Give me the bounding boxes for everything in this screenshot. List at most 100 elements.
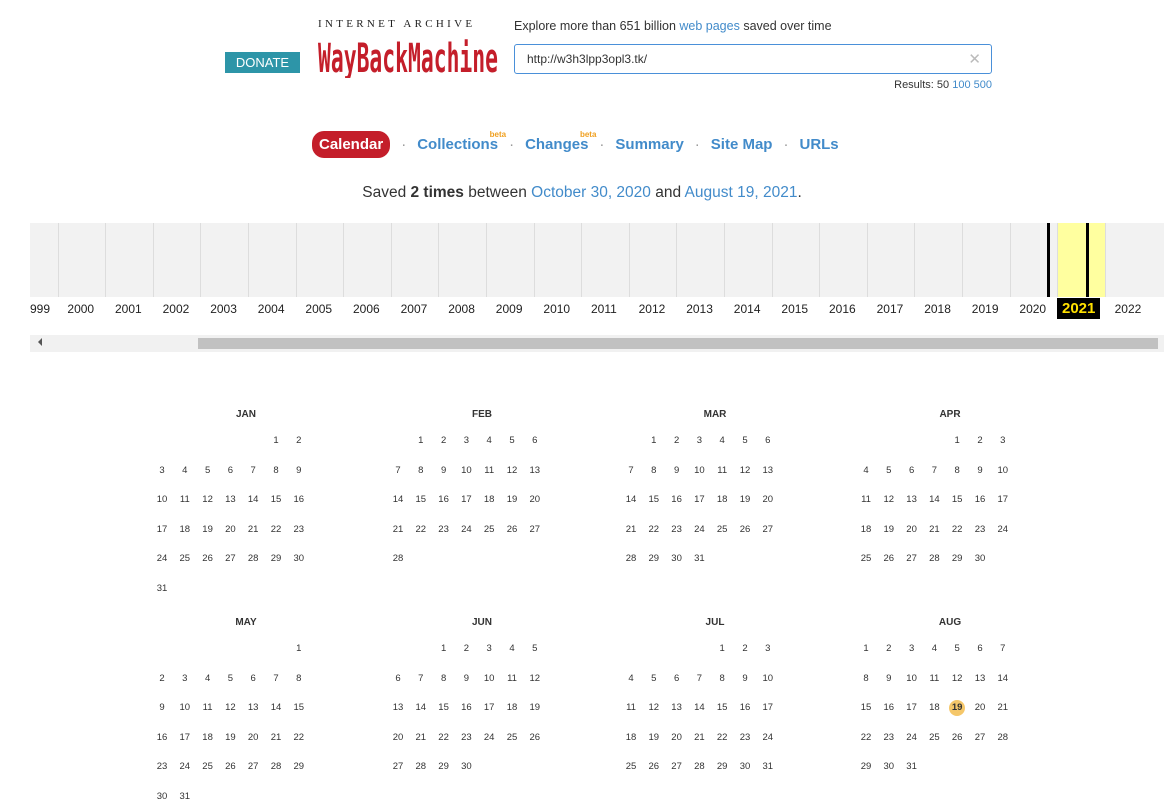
calendar-day: 25	[716, 523, 728, 535]
first-capture-link[interactable]: October 30, 2020	[531, 184, 651, 201]
calendar-day: 12	[529, 672, 541, 684]
calendar-day: 26	[202, 553, 213, 564]
year-label[interactable]: 2000	[67, 302, 94, 316]
calendar-day: 24	[906, 731, 917, 743]
calendar-day: 21	[625, 523, 637, 535]
year-label[interactable]: 2021	[1057, 298, 1101, 319]
year-column[interactable]	[295, 223, 344, 297]
year-column[interactable]	[771, 223, 820, 297]
url-search-box[interactable]: ✕	[514, 44, 992, 74]
year-column[interactable]	[486, 223, 534, 297]
year-column[interactable]	[962, 223, 1010, 297]
year-column[interactable]	[724, 223, 772, 297]
year-column[interactable]	[866, 223, 915, 297]
tab-site-map[interactable]: Site Map	[711, 136, 773, 153]
year-column[interactable]	[628, 223, 677, 297]
year-column[interactable]	[390, 223, 439, 297]
year-column[interactable]	[343, 223, 391, 297]
year-column[interactable]	[533, 223, 582, 297]
year-label[interactable]: 2002	[163, 302, 190, 316]
calendar-day: 29	[951, 553, 963, 564]
year-label[interactable]: 2004	[258, 302, 285, 316]
year-label[interactable]: 2009	[496, 302, 523, 316]
year-column[interactable]	[914, 223, 962, 297]
year-label[interactable]: 2018	[924, 302, 951, 316]
calendar-day: 18	[506, 702, 518, 713]
nav-separator: ·	[599, 136, 605, 153]
nav-separator: ·	[783, 136, 789, 153]
calendar-day: 30	[461, 761, 472, 772]
capture-sparkline[interactable]	[30, 223, 1164, 297]
year-column[interactable]	[1104, 223, 1153, 297]
year-column[interactable]	[105, 223, 153, 297]
tab-summary[interactable]: Summary	[615, 136, 683, 153]
results-100-link[interactable]: 100	[952, 79, 970, 91]
scroll-thumb[interactable]	[198, 338, 1158, 349]
results-500-link[interactable]: 500	[974, 79, 992, 91]
year-column[interactable]	[57, 223, 106, 297]
capture-day[interactable]: 19	[949, 700, 966, 716]
saved-and: and	[650, 184, 685, 201]
year-label[interactable]: 999	[30, 302, 50, 316]
year-label[interactable]: 2013	[686, 302, 713, 316]
calendar-day: 25	[483, 523, 495, 535]
tab-urls[interactable]: URLs	[799, 136, 838, 153]
year-label[interactable]: 2007	[401, 302, 428, 316]
calendar-day: 18	[483, 494, 495, 505]
calendar-day: 14	[625, 494, 637, 505]
donate-button[interactable]: DONATE	[225, 52, 300, 73]
calendar-day: 10	[156, 494, 168, 505]
tab-label: Site Map	[710, 136, 773, 153]
calendar-day: 3	[1000, 435, 1006, 446]
calendar-day: 27	[762, 523, 774, 535]
year-column[interactable]	[1057, 223, 1106, 297]
year-label[interactable]: 2011	[591, 302, 617, 316]
year-column[interactable]	[248, 223, 296, 297]
calendar-day: 22	[438, 731, 449, 743]
tab-calendar[interactable]: Calendar	[312, 131, 391, 158]
calendar-day: 23	[739, 731, 751, 743]
year-label[interactable]: 2010	[543, 302, 570, 316]
calendar-day: 26	[648, 761, 660, 772]
calendar-day: 7	[696, 672, 703, 684]
year-column[interactable]	[438, 223, 486, 297]
calendar-day: 17	[997, 494, 1009, 505]
year-label[interactable]: 2017	[877, 302, 904, 316]
year-label[interactable]: 2001	[115, 302, 142, 316]
tab-collections[interactable]: Collections beta	[417, 130, 506, 153]
web-pages-link[interactable]: web pages	[679, 19, 739, 33]
year-label[interactable]: 2005	[305, 302, 332, 316]
url-input[interactable]	[527, 45, 957, 73]
calendar-day: 24	[483, 731, 495, 743]
calendar-day: 30	[883, 761, 895, 772]
year-label[interactable]: 2020	[1019, 302, 1046, 316]
year-label[interactable]: 2022	[1115, 302, 1142, 316]
calendar-day: 6	[395, 672, 401, 684]
year-column[interactable]	[200, 223, 248, 297]
year-label[interactable]: 2014	[734, 302, 761, 316]
year-column[interactable]	[1009, 223, 1058, 297]
saved-mid: between	[463, 184, 532, 201]
year-column[interactable]	[676, 223, 724, 297]
tab-changes[interactable]: Changes beta	[525, 130, 596, 153]
wayback-machine-logo[interactable]: WayBackMachine	[318, 32, 500, 83]
year-label[interactable]: 2012	[639, 302, 666, 316]
year-column[interactable]	[581, 223, 629, 297]
internet-archive-wordmark[interactable]: INTERNET ARCHIVE	[318, 18, 498, 30]
year-label[interactable]: 2008	[448, 302, 475, 316]
year-column[interactable]	[152, 223, 201, 297]
calendar-day: 22	[716, 731, 728, 743]
year-label[interactable]: 2019	[972, 302, 999, 316]
year-label[interactable]: 2006	[353, 302, 380, 316]
calendar-day: 16	[739, 702, 751, 713]
calendar-day: 27	[225, 553, 236, 564]
scroll-left-icon[interactable]	[38, 338, 42, 346]
calendar-day: 9	[440, 464, 447, 476]
year-column[interactable]	[819, 223, 867, 297]
last-capture-link[interactable]: August 19, 2021	[685, 184, 798, 201]
close-icon[interactable]: ✕	[968, 50, 981, 68]
year-label[interactable]: 2003	[210, 302, 237, 316]
year-label[interactable]: 2015	[781, 302, 808, 316]
timeline-scrollbar[interactable]	[30, 335, 1164, 352]
year-label[interactable]: 2016	[829, 302, 856, 316]
